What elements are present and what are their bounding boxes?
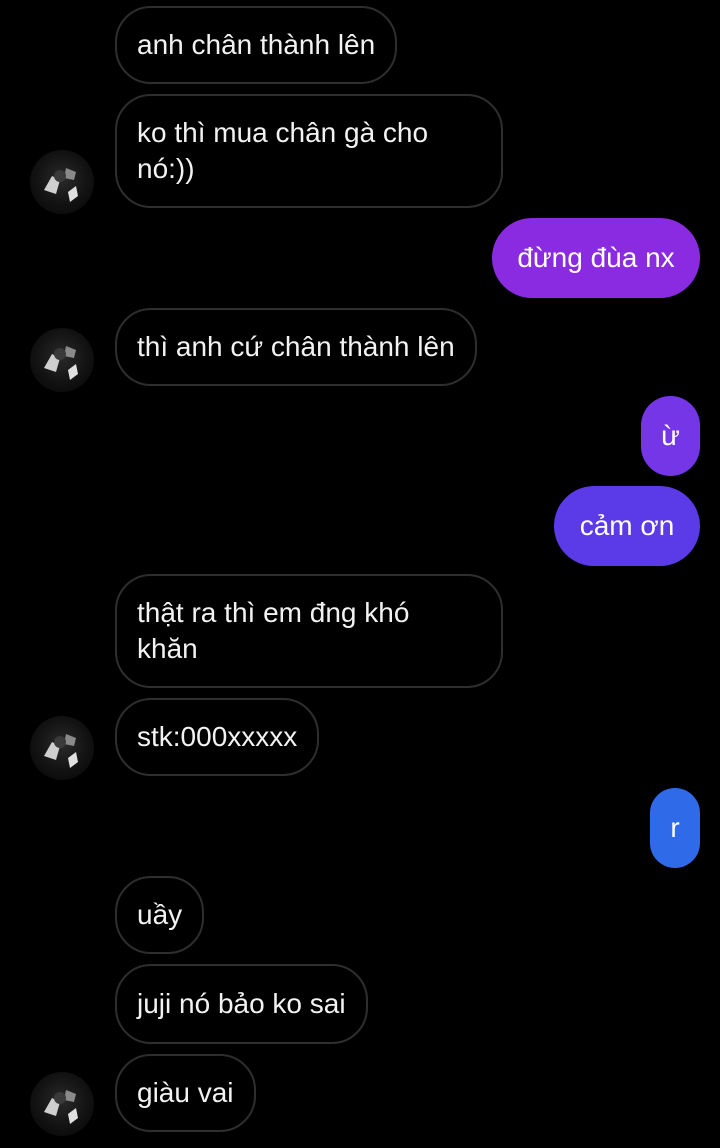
message-incoming[interactable]: uầy (115, 876, 205, 954)
message-outgoing[interactable]: r (650, 788, 700, 868)
contact-avatar-icon[interactable] (30, 328, 94, 392)
chat-thread: anh chân thành lên ko thì mua chân gà ch… (0, 0, 720, 1148)
message-incoming[interactable]: giàu vai (115, 1054, 256, 1132)
message-outgoing[interactable]: cảm ơn (554, 486, 700, 566)
message-text: juji nó bảo ko sai (137, 988, 346, 1019)
message-text: ừ (661, 420, 680, 451)
message-text: thì anh cứ chân thành lên (137, 331, 455, 362)
message-text: anh chân thành lên (137, 29, 376, 60)
message-incoming[interactable]: stk:000xxxxx (115, 698, 320, 776)
contact-avatar-icon[interactable] (30, 150, 94, 214)
message-text: cảm ơn (579, 510, 675, 541)
contact-avatar-icon[interactable] (30, 1072, 94, 1136)
message-incoming[interactable]: thật ra thì em đng khó khăn (115, 574, 503, 688)
message-text: ko thì mua chân gà cho nó:)) (137, 117, 429, 184)
message-text: thật ra thì em đng khó khăn (137, 597, 410, 664)
message-text: uầy (137, 899, 183, 930)
message-text: giàu vai (137, 1077, 234, 1108)
message-text: stk:000xxxxx (137, 721, 298, 752)
message-outgoing[interactable]: đừng đùa nx (492, 218, 700, 298)
message-incoming[interactable]: anh chân thành lên (115, 6, 398, 84)
message-incoming[interactable]: ko thì mua chân gà cho nó:)) (115, 94, 503, 208)
message-text: đừng đùa nx (517, 242, 675, 273)
message-text: r (670, 812, 680, 843)
message-incoming[interactable]: juji nó bảo ko sai (115, 964, 368, 1044)
message-outgoing[interactable]: ừ (641, 396, 700, 476)
contact-avatar-icon[interactable] (30, 716, 94, 780)
message-incoming[interactable]: thì anh cứ chân thành lên (115, 308, 477, 386)
